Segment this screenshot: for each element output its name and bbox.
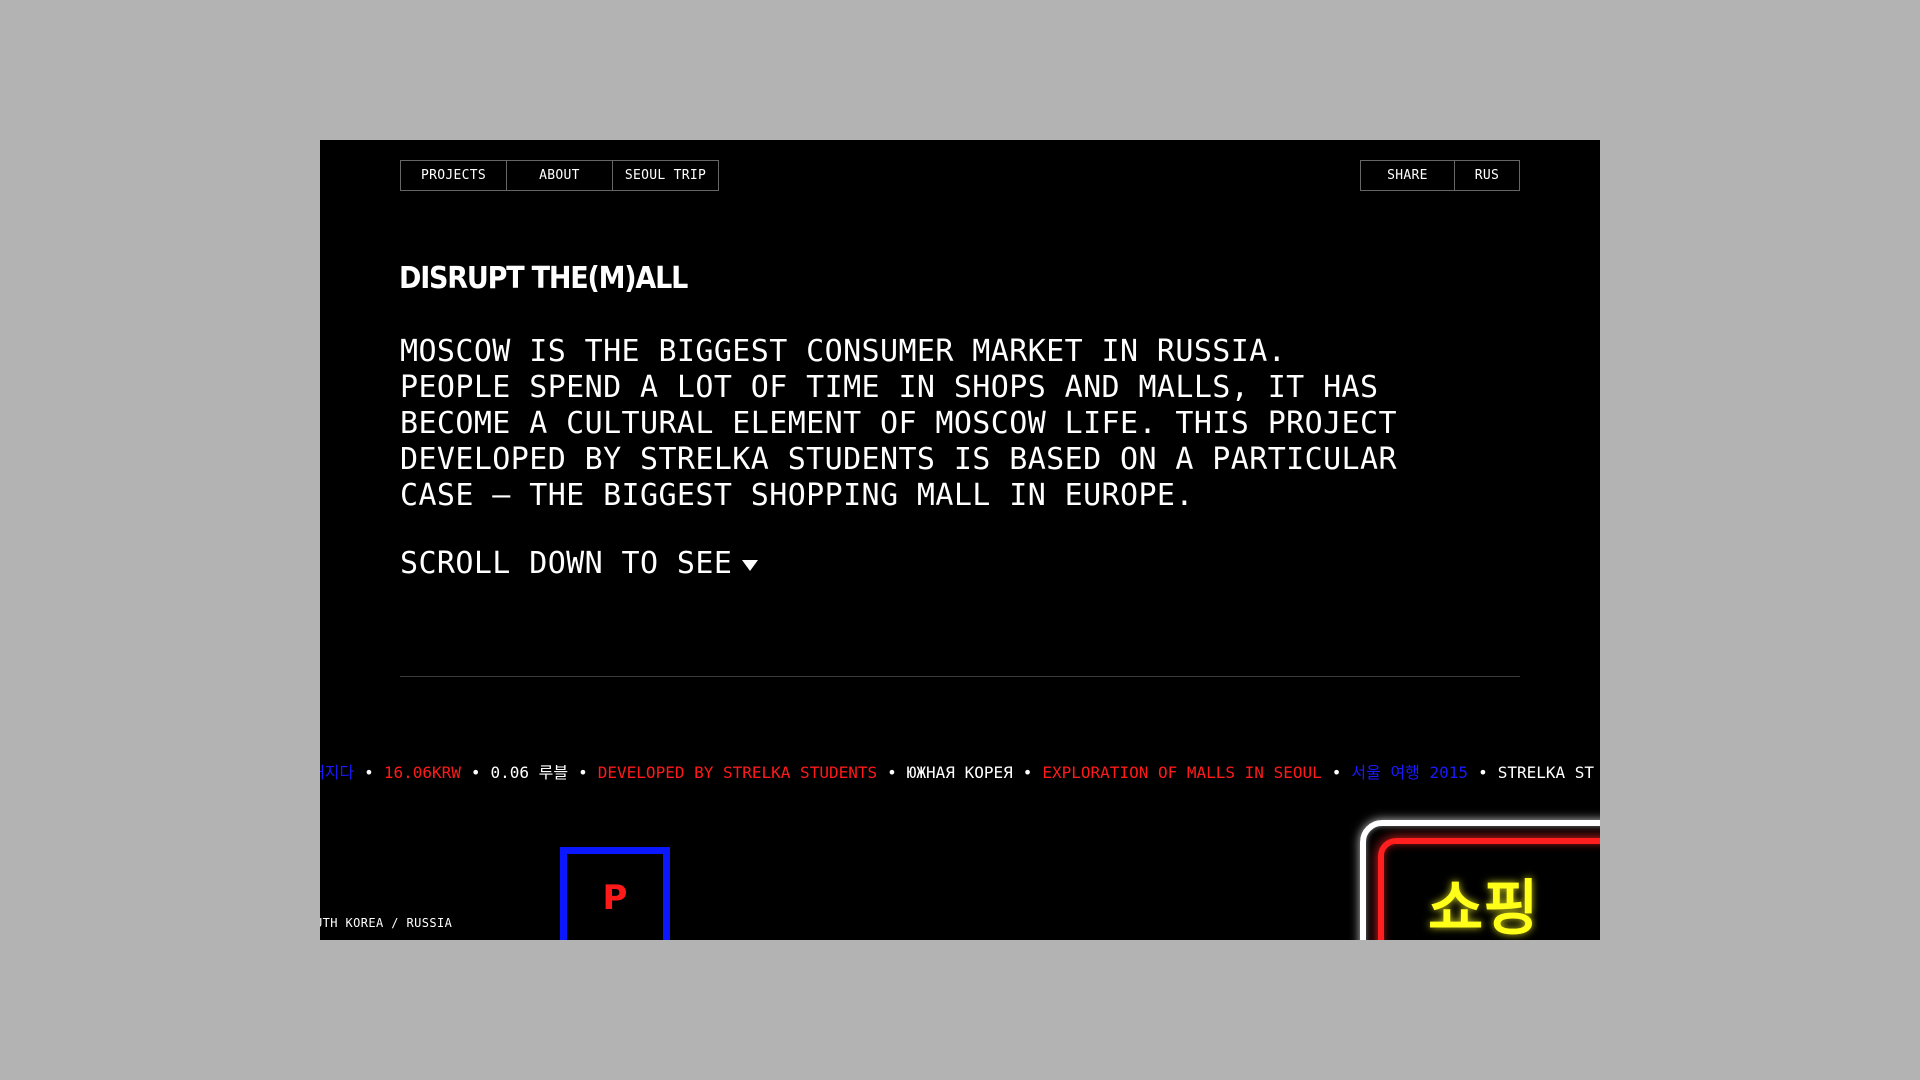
intro-line: PEOPLE SPEND A LOT OF TIME IN SHOPS AND … (400, 370, 1379, 405)
ticker-item: 16.06KRW (383, 763, 461, 782)
page-frame: PROJECTS ABOUT SEOUL TRIP SHARE RUS DISR… (320, 140, 1600, 940)
ticker-item: 내지다 (320, 763, 355, 782)
ticker-separator: • (887, 763, 897, 782)
utility-nav: SHARE RUS (1360, 160, 1520, 191)
ticker-item: ЮЖНАЯ КОРЕЯ (906, 763, 1013, 782)
ticker-separator: • (1022, 763, 1033, 782)
ticker-item: STRELKA ST (1497, 763, 1595, 782)
main-nav: PROJECTS ABOUT SEOUL TRIP (400, 160, 719, 191)
location-caption: UTH KOREA / RUSSIA (320, 916, 453, 930)
ticker-separator: • (1331, 763, 1342, 782)
nav-seoul-trip-button[interactable]: SEOUL TRIP (612, 160, 719, 191)
ticker-separator: • (470, 763, 481, 782)
intro-line: DEVELOPED BY STRELKA STUDENTS IS BASED O… (400, 442, 1397, 477)
news-ticker: 내지다 • 16.06KRW • 0.06 루블 • DEVELOPED BY … (320, 763, 1600, 783)
scroll-down-label: SCROLL DOWN TO SEE (400, 546, 733, 581)
ticker-separator: • (578, 763, 588, 782)
nav-about-button[interactable]: ABOUT (506, 160, 613, 191)
intro-line: MOSCOW IS THE BIGGEST CONSUMER MARKET IN… (400, 334, 1287, 369)
site-logo[interactable]: DISRUPT THE(M)ALL (399, 261, 688, 296)
neon-sign-text: 쇼핑 (1428, 874, 1539, 940)
scroll-down-link[interactable]: SCROLL DOWN TO SEE (400, 546, 759, 582)
nav-projects-button[interactable]: PROJECTS (400, 160, 507, 191)
share-button[interactable]: SHARE (1360, 160, 1455, 191)
intro-text: MOSCOW IS THE BIGGEST CONSUMER MARKET IN… (400, 334, 1420, 514)
intro-line: CASE – THE BIGGEST SHOPPING MALL IN EURO… (400, 478, 1194, 513)
blue-sign-graphic: P (560, 847, 670, 940)
ticker-separator: • (364, 763, 374, 782)
ticker-item: EXPLORATION OF MALLS IN SEOUL (1042, 763, 1322, 782)
ticker-item: 0.06 루블 (490, 763, 569, 782)
language-rus-button[interactable]: RUS (1454, 160, 1520, 191)
ticker-item: 서울 여행 2015 (1351, 763, 1469, 782)
section-divider (400, 676, 1520, 677)
sign-letter: P (602, 878, 628, 918)
ticker-separator: • (1478, 763, 1488, 782)
intro-line: BECOME A CULTURAL ELEMENT OF MOSCOW LIFE… (400, 406, 1397, 441)
triangle-down-icon (742, 559, 759, 571)
neon-sign-graphic: 쇼핑 (1360, 820, 1600, 940)
ticker-item: DEVELOPED BY STRELKA STUDENTS (597, 763, 878, 782)
